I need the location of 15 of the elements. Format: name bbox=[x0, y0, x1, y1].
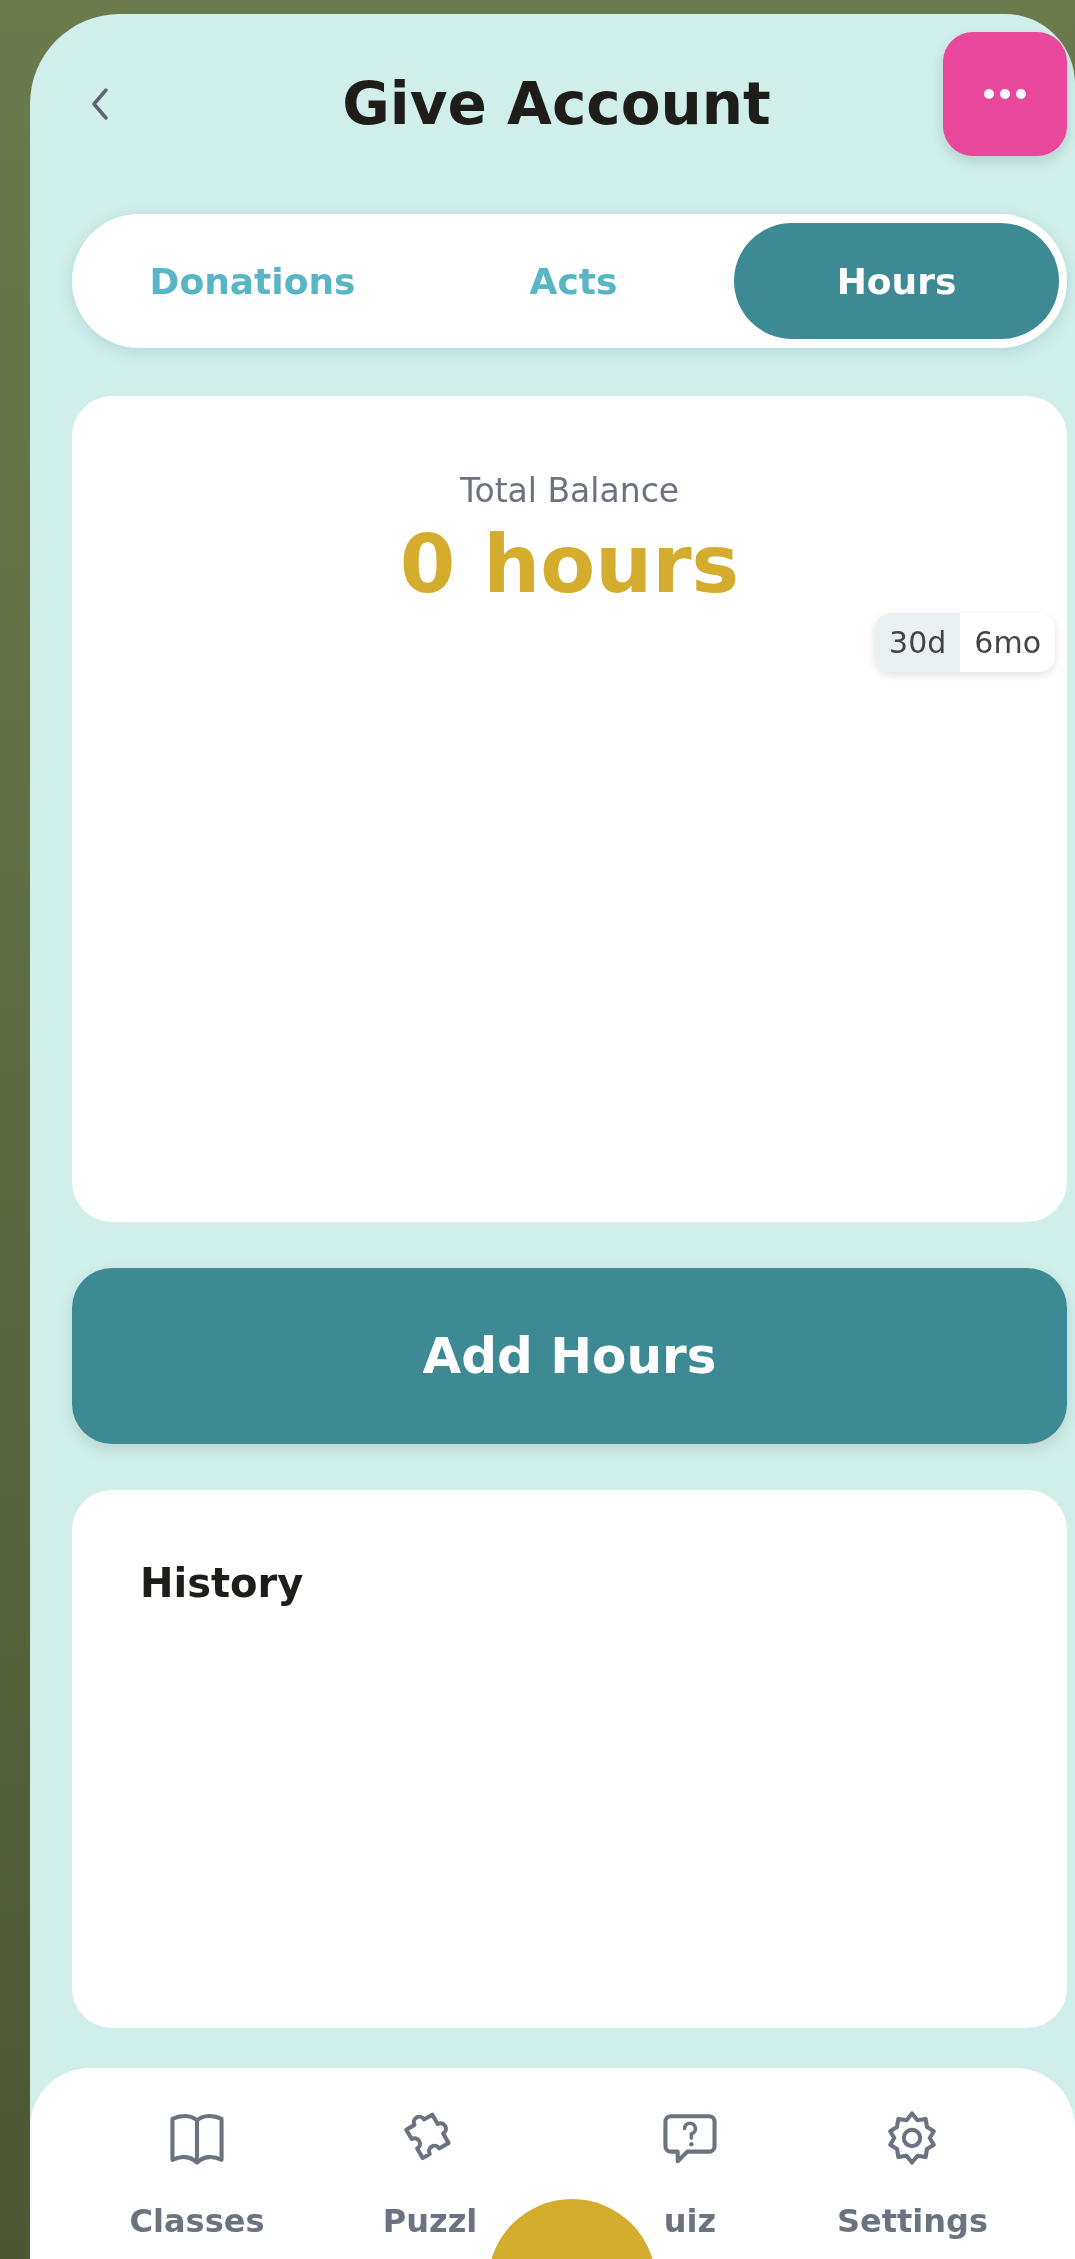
more-dots-icon bbox=[983, 88, 1027, 100]
page-title: Give Account bbox=[341, 70, 772, 138]
range-option[interactable]: 6mo bbox=[960, 613, 1055, 672]
nav-item[interactable]: Puzzl bbox=[382, 2108, 478, 2240]
balance-label: Total Balance bbox=[458, 471, 681, 510]
add-hours-button[interactable]: Add Hours bbox=[72, 1268, 1067, 1444]
balance-value: 0 hours bbox=[398, 518, 741, 611]
nav-item[interactable]: Classes bbox=[129, 2108, 265, 2240]
history-title: History bbox=[140, 1560, 305, 1606]
nav-item[interactable]: Settings bbox=[836, 2108, 988, 2240]
more-button[interactable] bbox=[943, 32, 1067, 156]
nav-item[interactable]: uiz bbox=[660, 2108, 720, 2240]
range-option[interactable]: 30d bbox=[875, 613, 961, 672]
tab[interactable]: Hours bbox=[734, 223, 1059, 339]
back-chevron-icon bbox=[90, 87, 110, 121]
